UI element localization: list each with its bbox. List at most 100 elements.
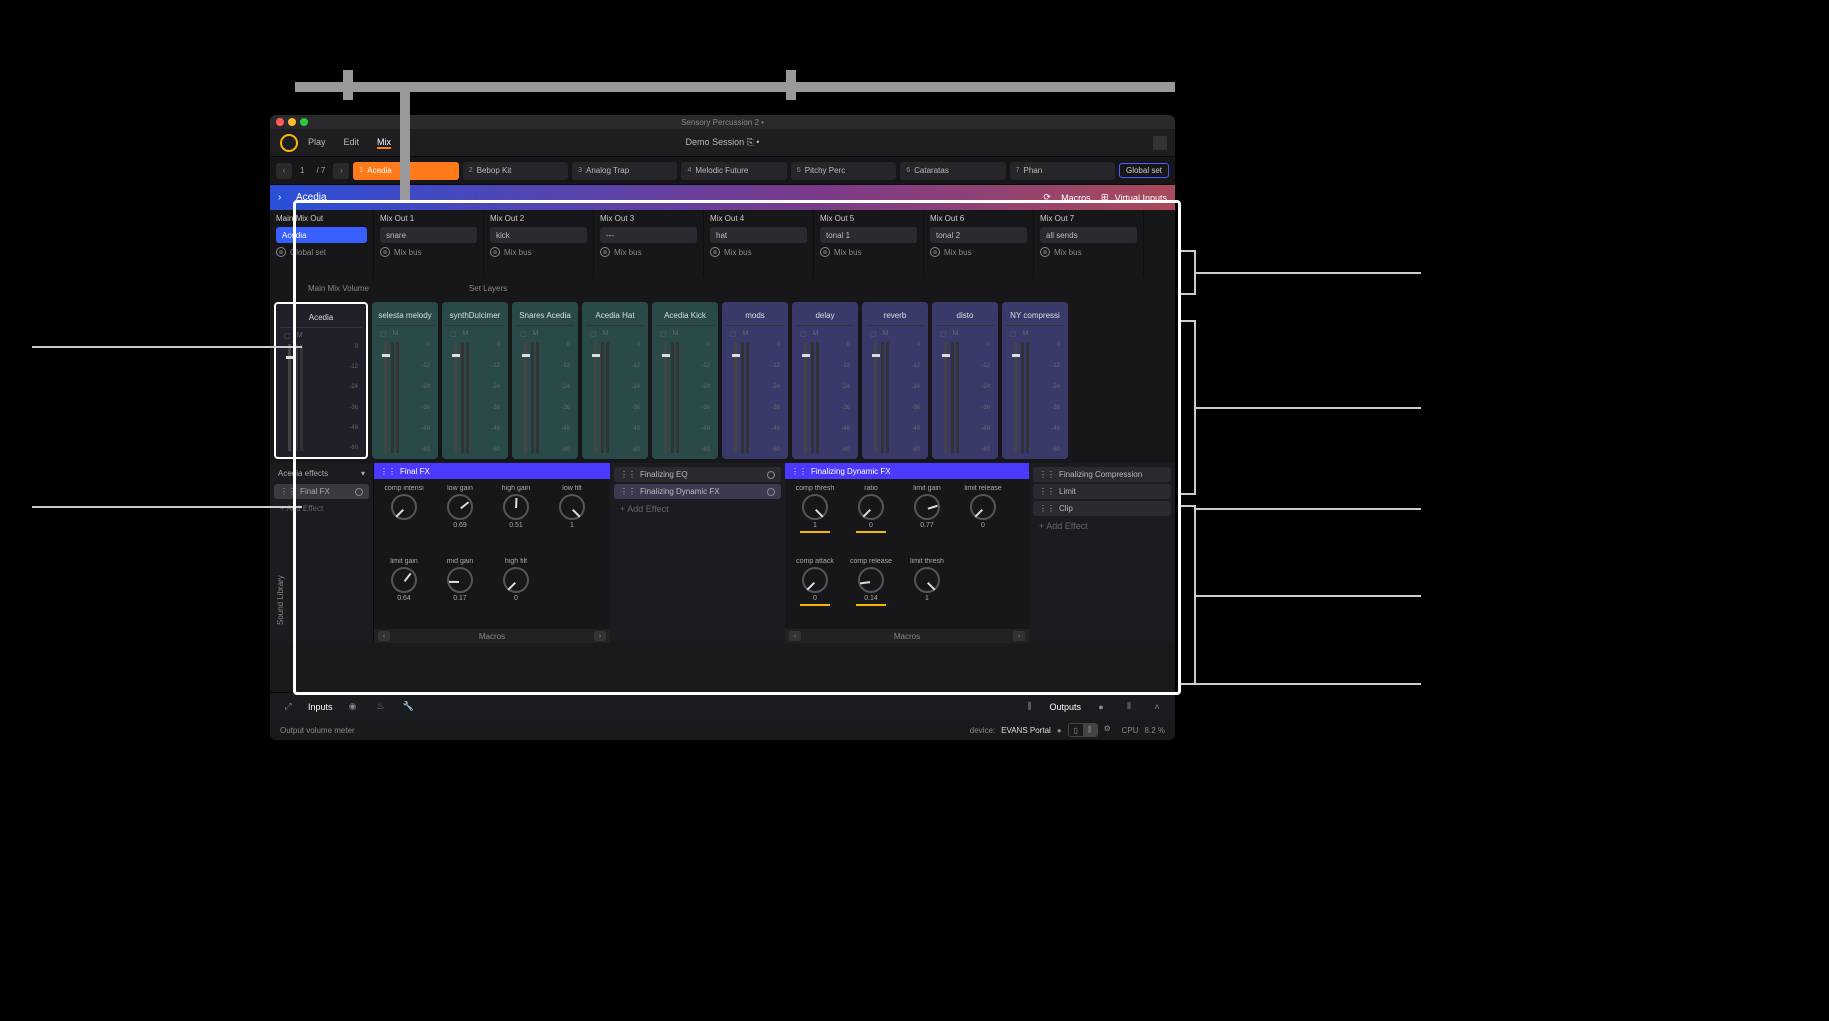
solo-button[interactable]: ▢ bbox=[800, 330, 807, 338]
solo-button[interactable]: ▢ bbox=[940, 330, 947, 338]
fader-handle[interactable] bbox=[286, 356, 294, 359]
fx-list-item[interactable]: ⋮⋮Final FX bbox=[274, 484, 369, 499]
solo-button[interactable]: ▢ bbox=[730, 330, 737, 338]
knob-dial[interactable] bbox=[503, 494, 529, 520]
add-effect-button[interactable]: + Add Effect bbox=[1033, 518, 1171, 534]
mute-button[interactable]: M bbox=[393, 330, 399, 338]
drag-handle-icon[interactable]: ⋮⋮ bbox=[791, 467, 807, 476]
drag-handle-icon[interactable]: ⋮⋮ bbox=[280, 487, 296, 496]
fader[interactable] bbox=[524, 342, 527, 453]
menu-play[interactable]: Play bbox=[308, 137, 326, 149]
knob-control[interactable]: mid gain0.17 bbox=[436, 558, 484, 623]
preset-slot[interactable]: 7Phan bbox=[1010, 162, 1115, 180]
knob-control[interactable]: high filt0 bbox=[492, 558, 540, 623]
knob-dial[interactable] bbox=[802, 494, 828, 520]
mixer-icon[interactable]: ⦀ bbox=[1121, 699, 1137, 715]
mix-bus-selector[interactable]: ⊕Mix bus bbox=[930, 247, 1027, 257]
drag-handle-icon[interactable]: ⋮⋮ bbox=[1039, 487, 1055, 496]
mute-button[interactable]: M bbox=[953, 330, 959, 338]
mix-out-name-field[interactable]: tonal 2 bbox=[930, 227, 1027, 243]
channel-strip[interactable]: Acedia Kick▢M0-12-24-36-48-60 bbox=[652, 302, 718, 459]
fader[interactable] bbox=[288, 344, 291, 451]
mix-out-name-field[interactable]: snare bbox=[380, 227, 477, 243]
device-name[interactable]: EVANS Portal bbox=[1001, 726, 1051, 735]
drag-handle-icon[interactable]: ⋮⋮ bbox=[620, 487, 636, 496]
knob-control[interactable]: low filt1 bbox=[548, 485, 596, 550]
mute-button[interactable]: M bbox=[1023, 330, 1029, 338]
macros-prev-icon[interactable]: ‹ bbox=[378, 631, 390, 641]
add-effect-button[interactable]: + Add Effect bbox=[614, 501, 781, 517]
fader-handle[interactable] bbox=[872, 354, 880, 357]
solo-button[interactable]: ▢ bbox=[870, 330, 877, 338]
drag-handle-icon[interactable]: ⋮⋮ bbox=[380, 467, 396, 476]
knob-dial[interactable] bbox=[914, 567, 940, 593]
mute-button[interactable]: M bbox=[883, 330, 889, 338]
mix-bus-selector[interactable]: ⊕Mix bus bbox=[600, 247, 697, 257]
view-mode-toggle[interactable]: ▯ ⫼ bbox=[1068, 723, 1098, 737]
fader[interactable] bbox=[454, 342, 457, 453]
mute-button[interactable]: M bbox=[813, 330, 819, 338]
channel-strip[interactable]: synthDulcimer▢M0-12-24-36-48-60 bbox=[442, 302, 508, 459]
record-icon[interactable]: ● bbox=[1093, 699, 1109, 715]
fx-chain-item[interactable]: ⋮⋮Clip bbox=[1033, 501, 1171, 516]
fullscreen-window-icon[interactable] bbox=[300, 118, 308, 126]
solo-button[interactable]: ▢ bbox=[590, 330, 597, 338]
macros-prev-icon[interactable]: ‹ bbox=[789, 631, 801, 641]
power-icon[interactable] bbox=[767, 471, 775, 479]
mix-out-name-field[interactable]: Acedia bbox=[276, 227, 367, 243]
solo-button[interactable]: ▢ bbox=[660, 330, 667, 338]
mix-out-name-field[interactable]: kick bbox=[490, 227, 587, 243]
sound-library-tab[interactable]: Sound Library bbox=[276, 575, 285, 625]
fader[interactable] bbox=[734, 342, 737, 453]
mute-button[interactable]: M bbox=[673, 330, 679, 338]
fader-handle[interactable] bbox=[522, 354, 530, 357]
fader-handle[interactable] bbox=[382, 354, 390, 357]
panel-toggle-icon[interactable] bbox=[1153, 136, 1167, 150]
mute-button[interactable]: M bbox=[533, 330, 539, 338]
channel-strip[interactable]: disto▢M0-12-24-36-48-60 bbox=[932, 302, 998, 459]
solo-button[interactable]: ▢ bbox=[450, 330, 457, 338]
knob-control[interactable]: limit gain0.77 bbox=[903, 485, 951, 550]
close-window-icon[interactable] bbox=[276, 118, 284, 126]
mute-button[interactable]: M bbox=[297, 332, 303, 340]
wrench-icon[interactable]: 🔧 bbox=[401, 699, 417, 715]
knob-control[interactable]: limit thresh1 bbox=[903, 558, 951, 623]
channel-strip[interactable]: Acedia▢M0-12-24-36-48-60 bbox=[274, 302, 368, 459]
fader-handle[interactable] bbox=[802, 354, 810, 357]
add-effect-button[interactable]: + Add Effect bbox=[274, 501, 369, 516]
fader[interactable] bbox=[1014, 342, 1017, 453]
knob-dial[interactable] bbox=[858, 567, 884, 593]
mix-bus-selector[interactable]: ⊕Mix bus bbox=[1040, 247, 1137, 257]
chevron-up-icon[interactable]: ˄ bbox=[1149, 699, 1165, 715]
knob-dial[interactable] bbox=[503, 567, 529, 593]
expand-icon[interactable]: ⤢ bbox=[280, 699, 296, 715]
menu-mix[interactable]: Mix bbox=[377, 137, 391, 149]
fx-chain-item[interactable]: ⋮⋮Finalizing Dynamic FX bbox=[614, 484, 781, 499]
fader[interactable] bbox=[804, 342, 807, 453]
fx-chain-item[interactable]: ⋮⋮Limit bbox=[1033, 484, 1171, 499]
solo-button[interactable]: ▢ bbox=[380, 330, 387, 338]
knob-control[interactable]: limit gain0.64 bbox=[380, 558, 428, 623]
power-icon[interactable] bbox=[767, 488, 775, 496]
sliders-icon[interactable]: ⫼ bbox=[1021, 699, 1037, 715]
fader[interactable] bbox=[664, 342, 667, 453]
power-icon[interactable] bbox=[355, 488, 363, 496]
mute-button[interactable]: M bbox=[743, 330, 749, 338]
knob-control[interactable]: comp intensi bbox=[380, 485, 428, 550]
knob-dial[interactable] bbox=[858, 494, 884, 520]
session-name[interactable]: Demo Session ⎘ • bbox=[686, 137, 760, 148]
knob-control[interactable]: ratio0 bbox=[847, 485, 895, 550]
fader[interactable] bbox=[944, 342, 947, 453]
fader-handle[interactable] bbox=[662, 354, 670, 357]
channel-strip[interactable]: Acedia Hat▢M0-12-24-36-48-60 bbox=[582, 302, 648, 459]
inputs-label[interactable]: Inputs bbox=[308, 702, 333, 712]
mix-out-name-field[interactable]: hat bbox=[710, 227, 807, 243]
macros-next-icon[interactable]: › bbox=[1013, 631, 1025, 641]
solo-button[interactable]: ▢ bbox=[1010, 330, 1017, 338]
solo-button[interactable]: ▢ bbox=[284, 332, 291, 340]
mute-button[interactable]: M bbox=[463, 330, 469, 338]
mute-button[interactable]: M bbox=[603, 330, 609, 338]
channel-strip[interactable]: NY compressi▢M0-12-24-36-48-60 bbox=[1002, 302, 1068, 459]
mix-bus-selector[interactable]: ⊕Mix bus bbox=[490, 247, 587, 257]
preset-slot[interactable]: 6Cataratas bbox=[900, 162, 1005, 180]
